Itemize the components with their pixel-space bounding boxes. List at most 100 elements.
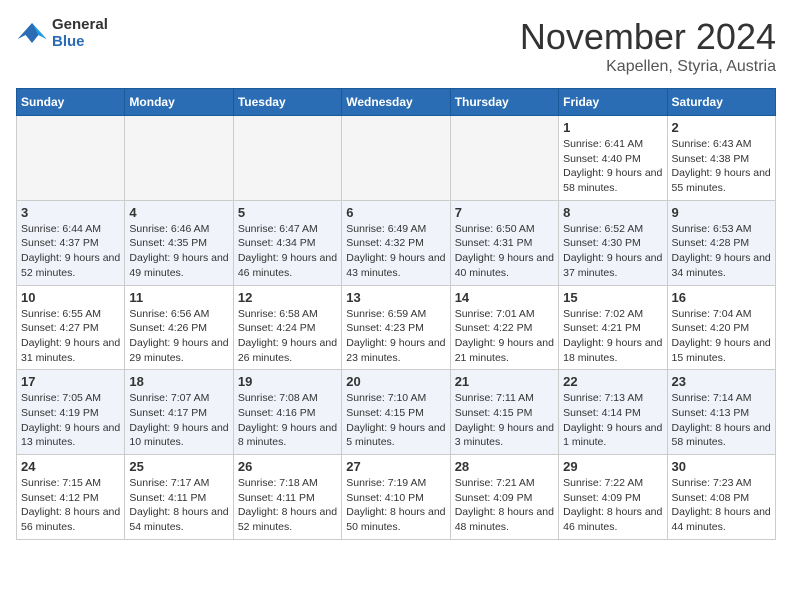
day-number: 3 — [21, 205, 120, 220]
calendar-cell: 16 Sunrise: 7:04 AM Sunset: 4:20 PM Dayli… — [667, 285, 775, 370]
day-info: Sunrise: 7:02 AM Sunset: 4:21 PM Dayligh… — [563, 307, 662, 366]
day-info: Sunrise: 7:21 AM Sunset: 4:09 PM Dayligh… — [455, 476, 554, 535]
day-info: Sunrise: 6:56 AM Sunset: 4:26 PM Dayligh… — [129, 307, 228, 366]
day-number: 17 — [21, 374, 120, 389]
day-number: 4 — [129, 205, 228, 220]
day-info: Sunrise: 6:44 AM Sunset: 4:37 PM Dayligh… — [21, 222, 120, 281]
day-info: Sunrise: 6:59 AM Sunset: 4:23 PM Dayligh… — [346, 307, 445, 366]
day-info: Sunrise: 6:43 AM Sunset: 4:38 PM Dayligh… — [672, 137, 771, 196]
calendar-week-row: 17 Sunrise: 7:05 AM Sunset: 4:19 PM Dayli… — [17, 370, 776, 455]
day-info: Sunrise: 7:05 AM Sunset: 4:19 PM Dayligh… — [21, 391, 120, 450]
day-info: Sunrise: 7:17 AM Sunset: 4:11 PM Dayligh… — [129, 476, 228, 535]
calendar-cell: 3 Sunrise: 6:44 AM Sunset: 4:37 PM Daylig… — [17, 200, 125, 285]
day-number: 16 — [672, 290, 771, 305]
day-number: 22 — [563, 374, 662, 389]
day-number: 7 — [455, 205, 554, 220]
calendar-cell: 8 Sunrise: 6:52 AM Sunset: 4:30 PM Daylig… — [559, 200, 667, 285]
day-number: 6 — [346, 205, 445, 220]
day-number: 30 — [672, 459, 771, 474]
day-number: 28 — [455, 459, 554, 474]
day-info: Sunrise: 7:07 AM Sunset: 4:17 PM Dayligh… — [129, 391, 228, 450]
calendar-cell: 26 Sunrise: 7:18 AM Sunset: 4:11 PM Dayli… — [233, 455, 341, 540]
logo-text: General Blue — [52, 16, 108, 50]
calendar-cell: 19 Sunrise: 7:08 AM Sunset: 4:16 PM Dayli… — [233, 370, 341, 455]
day-info: Sunrise: 6:46 AM Sunset: 4:35 PM Dayligh… — [129, 222, 228, 281]
day-info: Sunrise: 7:14 AM Sunset: 4:13 PM Dayligh… — [672, 391, 771, 450]
day-number: 24 — [21, 459, 120, 474]
day-info: Sunrise: 6:52 AM Sunset: 4:30 PM Dayligh… — [563, 222, 662, 281]
day-number: 13 — [346, 290, 445, 305]
day-number: 26 — [238, 459, 337, 474]
calendar-cell: 22Sunrise: 7:13 AM Sunset: 4:14 PM Dayli… — [559, 370, 667, 455]
weekday-header-wednesday: Wednesday — [342, 89, 450, 116]
day-number: 2 — [672, 120, 771, 135]
day-number: 27 — [346, 459, 445, 474]
calendar-cell: 14Sunrise: 7:01 AM Sunset: 4:22 PM Dayli… — [450, 285, 558, 370]
day-info: Sunrise: 7:11 AM Sunset: 4:15 PM Dayligh… — [455, 391, 554, 450]
calendar-cell: 13 Sunrise: 6:59 AM Sunset: 4:23 PM Dayli… — [342, 285, 450, 370]
calendar-cell: 17 Sunrise: 7:05 AM Sunset: 4:19 PM Dayli… — [17, 370, 125, 455]
day-number: 23 — [672, 374, 771, 389]
calendar-cell: 30 Sunrise: 7:23 AM Sunset: 4:08 PM Dayli… — [667, 455, 775, 540]
day-info: Sunrise: 7:08 AM Sunset: 4:16 PM Dayligh… — [238, 391, 337, 450]
day-info: Sunrise: 6:49 AM Sunset: 4:32 PM Dayligh… — [346, 222, 445, 281]
page-header: General Blue November 2024 Kapellen, Sty… — [16, 16, 776, 76]
calendar-cell: 7 Sunrise: 6:50 AM Sunset: 4:31 PM Daylig… — [450, 200, 558, 285]
calendar-cell: 11 Sunrise: 6:56 AM Sunset: 4:26 PM Dayli… — [125, 285, 233, 370]
day-number: 9 — [672, 205, 771, 220]
calendar-cell: 27 Sunrise: 7:19 AM Sunset: 4:10 PM Dayli… — [342, 455, 450, 540]
calendar-cell: 4 Sunrise: 6:46 AM Sunset: 4:35 PM Daylig… — [125, 200, 233, 285]
day-info: Sunrise: 6:47 AM Sunset: 4:34 PM Dayligh… — [238, 222, 337, 281]
day-info: Sunrise: 6:55 AM Sunset: 4:27 PM Dayligh… — [21, 307, 120, 366]
weekday-header-thursday: Thursday — [450, 89, 558, 116]
calendar-cell: 18 Sunrise: 7:07 AM Sunset: 4:17 PM Dayli… — [125, 370, 233, 455]
day-info: Sunrise: 7:22 AM Sunset: 4:09 PM Dayligh… — [563, 476, 662, 535]
calendar-cell: 23 Sunrise: 7:14 AM Sunset: 4:13 PM Dayli… — [667, 370, 775, 455]
calendar-cell: 20 Sunrise: 7:10 AM Sunset: 4:15 PM Dayli… — [342, 370, 450, 455]
logo-icon — [16, 19, 48, 47]
day-number: 15 — [563, 290, 662, 305]
calendar-cell: 21 Sunrise: 7:11 AM Sunset: 4:15 PM Dayli… — [450, 370, 558, 455]
day-info: Sunrise: 7:18 AM Sunset: 4:11 PM Dayligh… — [238, 476, 337, 535]
weekday-header-monday: Monday — [125, 89, 233, 116]
day-info: Sunrise: 7:19 AM Sunset: 4:10 PM Dayligh… — [346, 476, 445, 535]
weekday-header-tuesday: Tuesday — [233, 89, 341, 116]
calendar-table: SundayMondayTuesdayWednesdayThursdayFrid… — [16, 88, 776, 540]
calendar-cell: 28 Sunrise: 7:21 AM Sunset: 4:09 PM Dayli… — [450, 455, 558, 540]
calendar-cell — [17, 116, 125, 201]
calendar-cell: 9 Sunrise: 6:53 AM Sunset: 4:28 PM Daylig… — [667, 200, 775, 285]
day-info: Sunrise: 7:15 AM Sunset: 4:12 PM Dayligh… — [21, 476, 120, 535]
logo: General Blue — [16, 16, 108, 50]
day-number: 19 — [238, 374, 337, 389]
day-number: 29 — [563, 459, 662, 474]
day-number: 5 — [238, 205, 337, 220]
calendar-cell — [342, 116, 450, 201]
day-number: 1 — [563, 120, 662, 135]
day-number: 25 — [129, 459, 228, 474]
calendar-cell: 25 Sunrise: 7:17 AM Sunset: 4:11 PM Dayli… — [125, 455, 233, 540]
weekday-header-friday: Friday — [559, 89, 667, 116]
day-number: 12 — [238, 290, 337, 305]
day-info: Sunrise: 6:53 AM Sunset: 4:28 PM Dayligh… — [672, 222, 771, 281]
day-info: Sunrise: 6:50 AM Sunset: 4:31 PM Dayligh… — [455, 222, 554, 281]
weekday-header-saturday: Saturday — [667, 89, 775, 116]
day-info: Sunrise: 7:04 AM Sunset: 4:20 PM Dayligh… — [672, 307, 771, 366]
day-number: 20 — [346, 374, 445, 389]
weekday-header-sunday: Sunday — [17, 89, 125, 116]
day-info: Sunrise: 7:23 AM Sunset: 4:08 PM Dayligh… — [672, 476, 771, 535]
calendar-week-row: 24 Sunrise: 7:15 AM Sunset: 4:12 PM Dayli… — [17, 455, 776, 540]
day-info: Sunrise: 6:41 AM Sunset: 4:40 PM Dayligh… — [563, 137, 662, 196]
day-info: Sunrise: 7:01 AM Sunset: 4:22 PM Dayligh… — [455, 307, 554, 366]
day-number: 18 — [129, 374, 228, 389]
calendar-cell: 15 Sunrise: 7:02 AM Sunset: 4:21 PM Dayli… — [559, 285, 667, 370]
calendar-week-row: 3 Sunrise: 6:44 AM Sunset: 4:37 PM Daylig… — [17, 200, 776, 285]
day-info: Sunrise: 7:10 AM Sunset: 4:15 PM Dayligh… — [346, 391, 445, 450]
day-number: 11 — [129, 290, 228, 305]
day-number: 8 — [563, 205, 662, 220]
day-number: 21 — [455, 374, 554, 389]
day-info: Sunrise: 6:58 AM Sunset: 4:24 PM Dayligh… — [238, 307, 337, 366]
calendar-cell — [125, 116, 233, 201]
weekday-header-row: SundayMondayTuesdayWednesdayThursdayFrid… — [17, 89, 776, 116]
calendar-cell: 29 Sunrise: 7:22 AM Sunset: 4:09 PM Dayli… — [559, 455, 667, 540]
calendar-cell — [450, 116, 558, 201]
